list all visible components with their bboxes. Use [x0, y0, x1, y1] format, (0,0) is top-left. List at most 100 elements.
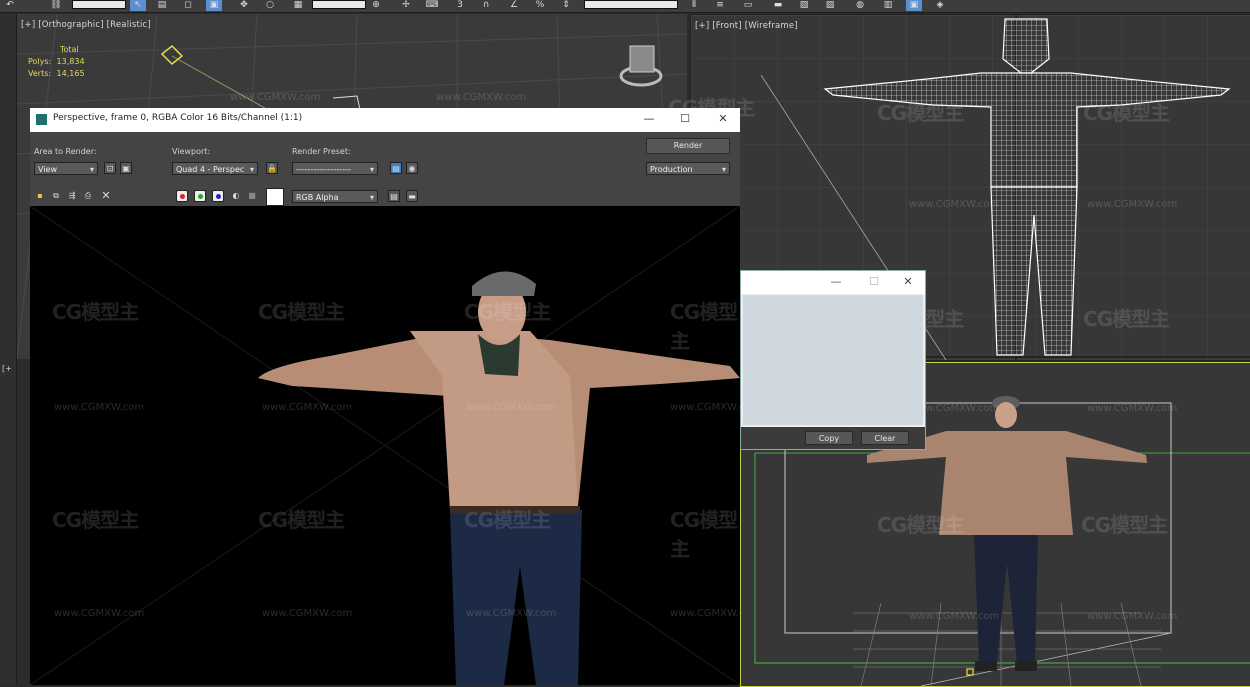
- render-window-titlebar[interactable]: Perspective, frame 0, RGBA Color 16 Bits…: [30, 108, 740, 132]
- rendered-image: CG模型主 CG模型主 CG模型主 CG模型主 CG模型主 CG模型主 CG模型…: [30, 206, 740, 685]
- reference-coordinate-field[interactable]: [312, 0, 366, 9]
- viewport-select[interactable]: Quad 4 - Perspec: [172, 162, 258, 176]
- viewport-label[interactable]: [+] [Orthographic] [Realistic]: [21, 20, 151, 30]
- scene-statistics: Total Polys: 13,834 Verts: 14,165: [28, 44, 85, 80]
- spinner-snap-icon[interactable]: ⇕: [558, 0, 574, 11]
- watermark-url: www.CGMXW.com: [436, 92, 527, 103]
- close-button[interactable]: ✕: [899, 274, 917, 290]
- align-icon[interactable]: ≡: [712, 0, 728, 11]
- viewcube-icon[interactable]: [619, 45, 663, 87]
- snap-icon[interactable]: 3: [452, 0, 468, 11]
- undo-icon[interactable]: ↶: [2, 0, 18, 11]
- curve-editor-icon[interactable]: ▧: [796, 0, 812, 11]
- edit-region-icon[interactable]: ⊡: [104, 162, 116, 174]
- scale-icon[interactable]: ▦: [290, 0, 306, 11]
- watermark-url: www.CGMXW.com: [230, 92, 321, 103]
- strip-label: [+: [2, 364, 12, 373]
- render-setup-icon[interactable]: ▤: [390, 162, 402, 174]
- watermark-logo: CG模型主: [258, 508, 345, 532]
- watermark-logo: CG模型主: [1081, 513, 1168, 537]
- material-editor-icon[interactable]: ◍: [852, 0, 868, 11]
- window-crossing-icon[interactable]: ▣: [206, 0, 222, 11]
- save-image-icon[interactable]: ▪: [34, 190, 46, 202]
- render-preset-label: Render Preset:: [292, 147, 351, 156]
- angle-snap-icon[interactable]: ∠: [506, 0, 522, 11]
- manipulate-icon[interactable]: ✢: [398, 0, 414, 11]
- watermark-logo: CG模型主: [464, 300, 551, 324]
- maximize-button[interactable]: ☐: [865, 274, 883, 290]
- green-channel-toggle[interactable]: [194, 190, 206, 202]
- environment-icon[interactable]: ◉: [406, 162, 418, 174]
- watermark-url: www.CGMXW.com: [670, 402, 740, 413]
- watermark-url: www.CGMXW.com: [909, 199, 1000, 210]
- left-strip: [+: [0, 14, 17, 685]
- lock-icon[interactable]: 🔒: [266, 162, 278, 174]
- watermark-url: www.CGMXW.com: [466, 402, 557, 413]
- render-preset-select[interactable]: -------------------: [292, 162, 378, 176]
- watermark-logo: CG模型主: [877, 513, 964, 537]
- watermark-logo: CG模型主: [670, 300, 738, 353]
- magnet-icon[interactable]: ∩: [478, 0, 494, 11]
- clear-icon[interactable]: ✕: [100, 190, 112, 202]
- print-icon[interactable]: ⎙: [82, 190, 94, 202]
- dialog-message-area[interactable]: [743, 295, 923, 425]
- render-setup-icon[interactable]: ▥: [880, 0, 896, 11]
- render-controls: Area to Render: View ⊡ ▣ Viewport: Quad …: [30, 132, 740, 206]
- minimize-button[interactable]: —: [827, 274, 845, 290]
- toggle-ui-overlay-icon[interactable]: ▤: [388, 190, 400, 202]
- select-icon[interactable]: ↖: [130, 0, 146, 11]
- watermark-logo: CG模型主: [1083, 307, 1170, 331]
- schematic-icon[interactable]: ▨: [822, 0, 838, 11]
- move-icon[interactable]: ✥: [236, 0, 252, 11]
- watermark-url: www.CGMXW.com: [54, 608, 145, 619]
- keyboard-shortcut-icon[interactable]: ⌨: [424, 0, 440, 11]
- main-toolbar: ↶ ⛓ ↖ ▤ ◻ ▣ ✥ ○ ▦ ⊕ ✢ ⌨ 3 ∩ ∠ % ⇕ ⫴ ≡ ▭ …: [0, 0, 1250, 13]
- render-frame-icon[interactable]: ▣: [906, 0, 922, 11]
- blue-channel-toggle[interactable]: [212, 190, 224, 202]
- app-icon: [36, 114, 47, 125]
- alpha-channel-icon[interactable]: ◐: [230, 190, 242, 202]
- watermark-url: www.CGMXW.com: [54, 402, 145, 413]
- watermark-url: www.CGMXW.com: [1087, 403, 1178, 414]
- watermark-logo: CG模型主: [464, 508, 551, 532]
- render-button[interactable]: Render: [646, 138, 730, 154]
- toggle-ribbon-icon[interactable]: ▬: [770, 0, 786, 11]
- stats-verts-value: 14,165: [56, 69, 85, 78]
- production-select[interactable]: Production: [646, 162, 730, 176]
- select-by-name-icon[interactable]: ▤: [154, 0, 170, 11]
- rotate-icon[interactable]: ○: [262, 0, 278, 11]
- monochrome-icon[interactable]: ■: [246, 190, 258, 202]
- copy-image-icon[interactable]: ⧉: [50, 190, 62, 202]
- red-channel-toggle[interactable]: [176, 190, 188, 202]
- message-dialog[interactable]: — ☐ ✕ Copy Clear: [740, 270, 926, 450]
- render-icon[interactable]: ◈: [932, 0, 948, 11]
- mirror-icon[interactable]: ⫴: [686, 0, 702, 11]
- link-icon[interactable]: ⛓: [48, 0, 64, 11]
- watermark-url: www.CGMXW.com: [262, 402, 353, 413]
- clear-button[interactable]: Clear: [861, 431, 909, 445]
- stats-verts-label: Verts:: [28, 69, 52, 78]
- watermark-logo: CG模型主: [52, 300, 139, 324]
- viewport-label[interactable]: [+] [Front] [Wireframe]: [695, 21, 798, 31]
- named-selection-sets-field[interactable]: [584, 0, 678, 9]
- dialog-titlebar[interactable]: — ☐ ✕: [741, 271, 925, 294]
- rendered-frame-window[interactable]: Perspective, frame 0, RGBA Color 16 Bits…: [30, 108, 740, 685]
- copy-button[interactable]: Copy: [805, 431, 853, 445]
- minimize-button[interactable]: —: [640, 111, 658, 127]
- percent-snap-icon[interactable]: %: [532, 0, 548, 11]
- pivot-icon[interactable]: ⊕: [368, 0, 384, 11]
- color-swatch[interactable]: [266, 188, 284, 206]
- auto-region-icon[interactable]: ▣: [120, 162, 132, 174]
- toggle-ui-icon[interactable]: ▬: [406, 190, 418, 202]
- selection-filter-field[interactable]: [72, 0, 126, 9]
- clone-window-icon[interactable]: ⇶: [66, 190, 78, 202]
- watermark-url: www.CGMXW.com: [1087, 199, 1178, 210]
- display-channel-select[interactable]: RGB Alpha: [292, 190, 378, 204]
- watermark-logo: CG模型主: [877, 101, 964, 125]
- watermark-logo: CG模型主: [668, 96, 755, 120]
- layer-icon[interactable]: ▭: [740, 0, 756, 11]
- area-to-render-select[interactable]: View: [34, 162, 98, 176]
- watermark-url: www.CGMXW.com: [1087, 611, 1178, 622]
- render-window-title: Perspective, frame 0, RGBA Color 16 Bits…: [53, 113, 303, 123]
- select-region-icon[interactable]: ◻: [180, 0, 196, 11]
